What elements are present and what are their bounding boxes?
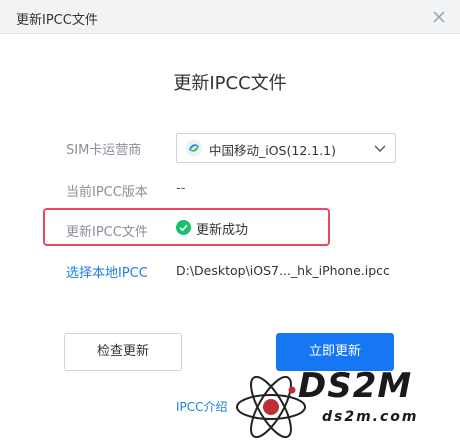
file-label: 更新IPCC文件: [66, 225, 148, 240]
dialog-title: 更新IPCC文件: [16, 13, 98, 28]
carrier-label: SIM卡运营商: [66, 143, 142, 158]
carrier-select[interactable]: 中国移动_iOS(12.1.1): [176, 133, 396, 163]
check-update-button[interactable]: 检查更新: [64, 333, 182, 371]
close-icon: [433, 11, 445, 23]
check-circle-icon: [176, 220, 191, 235]
version-value: --: [176, 181, 186, 196]
status-text: 更新成功: [196, 223, 249, 238]
version-label: 当前IPCC版本: [66, 185, 148, 200]
page-title: 更新IPCC文件: [173, 73, 287, 94]
local-file-path: D:\Desktop\iOS7..._hk_iPhone.ipcc: [176, 263, 390, 278]
china-mobile-logo-icon: [185, 139, 203, 157]
carrier-select-value: 中国移动_iOS(12.1.1): [209, 143, 337, 158]
update-ipcc-dialog: 更新IPCC文件 更新IPCC文件 SIM卡运营商 中国移动_iOS(12.1.…: [0, 0, 460, 440]
close-button[interactable]: [428, 6, 450, 28]
watermark-domain: ds2m.com: [322, 409, 419, 425]
watermark-brand: DS2M: [298, 366, 413, 406]
dialog-titlebar: 更新IPCC文件: [0, 0, 460, 34]
ipcc-intro-link[interactable]: IPCC介绍: [176, 398, 228, 415]
chevron-down-icon: [373, 140, 387, 154]
select-local-ipcc-link[interactable]: 选择本地IPCC: [66, 262, 148, 281]
